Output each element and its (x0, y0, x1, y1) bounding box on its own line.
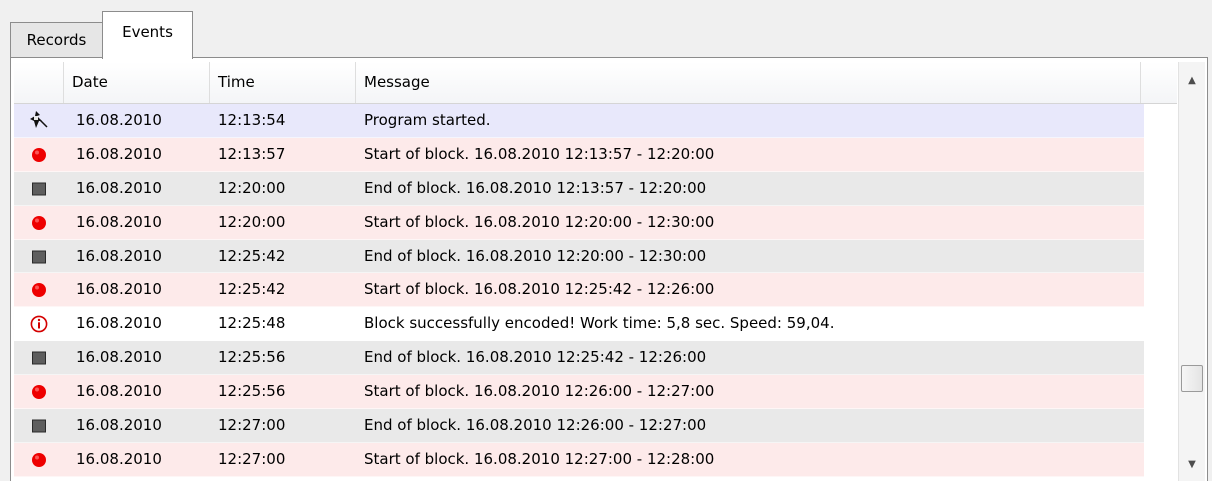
row-date: 16.08.2010 (76, 348, 162, 367)
row-message: Start of block. 16.08.2010 12:20:00 - 12… (364, 212, 715, 231)
row-time: 12:27:00 (218, 416, 286, 435)
row-message: Program started. (364, 111, 491, 129)
row-icon-cell (14, 375, 64, 408)
row-message: Start of block. 16.08.2010 12:26:00 - 12… (364, 382, 715, 401)
row-icon-cell (14, 307, 64, 340)
red-dot-icon (31, 282, 47, 298)
row-message: Start of block. 16.08.2010 12:25:42 - 12… (364, 280, 715, 299)
info-circle-icon (30, 315, 48, 333)
row-time: 12:20:00 (218, 212, 286, 231)
row-message: End of block. 16.08.2010 12:20:00 - 12:3… (364, 246, 707, 265)
row-message: Block successfully encoded! Work time: 5… (364, 314, 835, 333)
table-row[interactable]: 16.08.2010 12:27:00 End of block. 16.08.20… (14, 409, 1144, 443)
row-icon-cell (14, 104, 64, 137)
row-icon-cell (14, 273, 64, 306)
scrollbar-thumb[interactable] (1181, 365, 1203, 392)
row-icon-cell (14, 206, 64, 239)
gray-square-icon (31, 249, 47, 265)
red-dot-icon (31, 215, 47, 231)
row-date: 16.08.2010 (76, 449, 162, 468)
vertical-scrollbar[interactable]: ▲ ▼ (1178, 62, 1205, 481)
events-panel: Date Time Message 16.08.2010 12:13:54 Prog… (10, 57, 1208, 481)
row-time: 12:25:56 (218, 348, 286, 367)
events-grid: Date Time Message 16.08.2010 12:13:54 Prog… (14, 62, 1177, 481)
table-row[interactable]: 16.08.2010 12:25:48 Block successfully enc… (14, 307, 1144, 342)
row-time: 12:20:00 (218, 178, 286, 197)
tab-strip: Records Events (10, 8, 1212, 59)
column-header-message[interactable]: Message (356, 62, 1141, 103)
row-icon-cell (14, 409, 64, 442)
scroll-down-arrow-icon[interactable]: ▼ (1179, 452, 1205, 478)
tab-events[interactable]: Events (102, 11, 193, 59)
row-time: 12:13:57 (218, 144, 286, 163)
column-header-filler (1141, 62, 1177, 103)
table-row[interactable]: 16.08.2010 12:25:56 Start of block. 16.08.… (14, 375, 1144, 410)
table-row[interactable]: 16.08.2010 12:13:54 Program started. (14, 104, 1144, 138)
table-row[interactable]: 16.08.2010 12:25:42 Start of block. 16.08.… (14, 273, 1144, 308)
program-start-icon (29, 110, 48, 128)
row-date: 16.08.2010 (76, 314, 162, 333)
row-message: End of block. 16.08.2010 12:26:00 - 12:2… (364, 416, 707, 435)
row-time: 12:25:42 (218, 280, 286, 299)
row-date: 16.08.2010 (76, 144, 162, 163)
row-time: 12:27:00 (218, 449, 286, 468)
grid-header: Date Time Message (14, 62, 1177, 104)
row-date: 16.08.2010 (76, 280, 162, 299)
table-row[interactable]: 16.08.2010 12:25:56 End of block. 16.08.20… (14, 341, 1144, 376)
row-date: 16.08.2010 (76, 111, 162, 129)
row-date: 16.08.2010 (76, 382, 162, 401)
column-header-time[interactable]: Time (210, 62, 356, 103)
row-message: Start of block. 16.08.2010 12:27:00 - 12… (364, 449, 715, 468)
row-time: 12:25:42 (218, 246, 286, 265)
table-row[interactable]: 16.08.2010 12:13:57 Start of block. 16.08.… (14, 137, 1144, 172)
red-dot-icon (31, 384, 47, 400)
red-dot-icon (31, 147, 47, 163)
row-icon-cell (14, 138, 64, 171)
table-row[interactable]: 16.08.2010 12:20:00 Start of block. 16.08.… (14, 205, 1144, 240)
gray-square-icon (31, 418, 47, 434)
table-row[interactable]: 16.08.2010 12:25:42 End of block. 16.08.20… (14, 239, 1144, 274)
table-row[interactable]: 16.08.2010 12:27:00 Start of block. 16.08.… (14, 442, 1144, 477)
red-dot-icon (31, 452, 47, 468)
table-row[interactable]: 16.08.2010 12:20:00 End of block. 16.08.20… (14, 171, 1144, 206)
row-date: 16.08.2010 (76, 246, 162, 265)
row-icon-cell (14, 172, 64, 205)
tab-records[interactable]: Records (10, 22, 102, 58)
row-date: 16.08.2010 (76, 416, 162, 435)
column-header-icon[interactable] (14, 62, 64, 103)
row-message: End of block. 16.08.2010 12:25:42 - 12:2… (364, 348, 707, 367)
gray-square-icon (31, 181, 47, 197)
events-window: Records Events Date Time Message 16.08.2… (0, 0, 1212, 481)
row-time: 12:13:54 (218, 111, 286, 129)
row-time: 12:25:48 (218, 314, 286, 333)
row-date: 16.08.2010 (76, 212, 162, 231)
grid-rows: 16.08.2010 12:13:54 Program started. 16.08.… (14, 104, 1144, 477)
row-icon-cell (14, 341, 64, 374)
row-date: 16.08.2010 (76, 178, 162, 197)
row-icon-cell (14, 443, 64, 476)
gray-square-icon (31, 350, 47, 366)
row-message: Start of block. 16.08.2010 12:13:57 - 12… (364, 144, 715, 163)
row-icon-cell (14, 240, 64, 273)
column-header-date[interactable]: Date (64, 62, 210, 103)
row-message: End of block. 16.08.2010 12:13:57 - 12:2… (364, 178, 707, 197)
scroll-up-arrow-icon[interactable]: ▲ (1179, 68, 1205, 94)
row-time: 12:25:56 (218, 382, 286, 401)
